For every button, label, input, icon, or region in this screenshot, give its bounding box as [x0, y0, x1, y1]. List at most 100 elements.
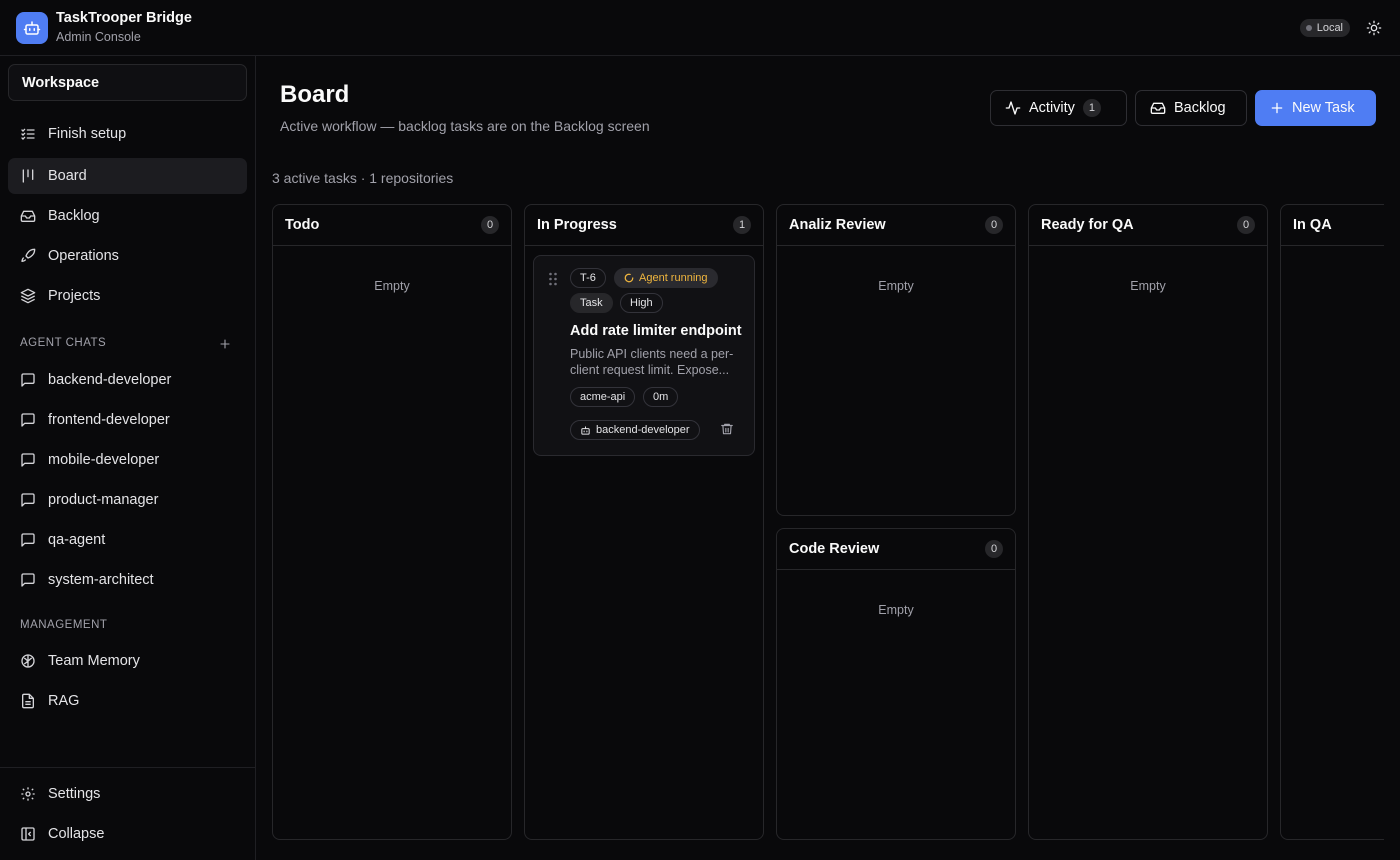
column-code-review: Code Review 0 Empty: [776, 528, 1016, 840]
sidebar-item-label: Operations: [48, 248, 119, 264]
sidebar-item-backlog[interactable]: Backlog: [8, 198, 247, 234]
column-count: 0: [985, 216, 1003, 234]
agent-chat-label: product-manager: [48, 492, 159, 508]
inbox-icon: [1150, 102, 1166, 114]
chat-icon: [20, 412, 36, 428]
add-chat-button[interactable]: [217, 336, 233, 352]
drag-handle-icon[interactable]: [548, 272, 558, 289]
plus-icon: [1271, 102, 1283, 114]
column-header: Code Review 0: [777, 529, 1015, 570]
workspace-selector[interactable]: Workspace: [8, 64, 247, 101]
column-in-progress: In Progress 1 T-6 Agent running Task Hig…: [524, 204, 764, 840]
column-todo: Todo 0 Empty: [272, 204, 512, 840]
column-title: Todo: [285, 217, 320, 233]
agent-chat-label: system-architect: [48, 572, 154, 588]
sidebar-item-label: Team Memory: [48, 653, 140, 669]
agent-chat-item[interactable]: frontend-developer: [8, 402, 247, 438]
sidebar-item-label: Board: [48, 168, 87, 184]
column-count: 0: [481, 216, 499, 234]
app-subtitle: Admin Console: [56, 29, 141, 44]
column-header: Analiz Review 0: [777, 205, 1015, 246]
column-count: 0: [985, 540, 1003, 558]
collapse-button[interactable]: Collapse: [8, 816, 247, 852]
task-type-badge: Task: [570, 293, 613, 313]
environment-badge: Local: [1299, 18, 1350, 37]
agent-chat-item[interactable]: backend-developer: [8, 362, 247, 398]
document-icon: [20, 693, 36, 709]
sidebar-item-rag[interactable]: RAG: [8, 683, 247, 719]
column-ready-for-qa: Ready for QA 0 Empty: [1028, 204, 1268, 840]
column-analiz-review: Analiz Review 0 Empty: [776, 204, 1016, 516]
activity-icon: [1005, 101, 1021, 115]
activity-button[interactable]: Activity 1: [990, 90, 1127, 126]
chat-icon: [20, 572, 36, 588]
theme-toggle-button[interactable]: [1364, 18, 1384, 38]
agent-badge: backend-developer: [570, 420, 700, 440]
sidebar-item-team-memory[interactable]: Team Memory: [8, 643, 247, 679]
duration-badge: 0m: [643, 387, 679, 407]
status-badge: Agent running: [614, 268, 718, 288]
empty-state: Empty: [1130, 279, 1166, 293]
sidebar-item-finish-setup[interactable]: Finish setup: [8, 116, 247, 152]
kanban-icon: [20, 168, 36, 184]
status-dot-icon: [1305, 24, 1312, 31]
backlog-button[interactable]: Backlog: [1135, 90, 1247, 126]
spinner-icon: [624, 273, 634, 283]
trash-icon: [721, 423, 733, 435]
brain-icon: [20, 653, 36, 669]
bot-icon: [581, 425, 590, 435]
sidebar-item-board[interactable]: Board: [8, 158, 247, 194]
collapse-label: Collapse: [48, 826, 105, 842]
column-title: In Progress: [537, 217, 617, 233]
column-header: Ready for QA 0: [1029, 205, 1267, 246]
priority-badge: High: [620, 293, 663, 313]
app-title: TaskTrooper Bridge: [56, 10, 192, 27]
rocket-icon: [20, 248, 36, 264]
column-count: 0: [1237, 216, 1255, 234]
kanban-board: Todo 0 Empty In Progress 1 T-6 Agent run…: [272, 204, 1384, 840]
page-subtitle: Active workflow — backlog tasks are on t…: [280, 118, 650, 134]
environment-label: Local: [1316, 21, 1343, 34]
agent-chat-label: mobile-developer: [48, 452, 160, 468]
settings-label: Settings: [48, 786, 101, 802]
top-bar: TaskTrooper Bridge Admin Console Local: [0, 0, 1400, 56]
column-count: 1: [733, 216, 751, 234]
activity-count-badge: 1: [1082, 99, 1101, 117]
task-description: Public API clients need a per-client req…: [570, 347, 734, 377]
new-task-label: New Task: [1292, 100, 1355, 116]
agent-chat-item[interactable]: product-manager: [8, 482, 247, 518]
task-title: Add rate limiter endpoint: [570, 323, 742, 339]
sun-icon: [1366, 20, 1382, 35]
sidebar-item-projects[interactable]: Projects: [8, 278, 247, 314]
sidebar-item-operations[interactable]: Operations: [8, 238, 247, 274]
empty-state: Empty: [878, 279, 914, 293]
column-header: Todo 0: [273, 205, 511, 246]
sidebar-collapse-icon: [20, 826, 36, 842]
column-title: Code Review: [789, 541, 880, 557]
task-card[interactable]: T-6 Agent running Task High Add rate lim…: [533, 255, 755, 456]
column-title: Ready for QA: [1041, 217, 1134, 233]
sidebar-item-label: Finish setup: [48, 126, 127, 142]
main-content: Board Active workflow — backlog tasks ar…: [256, 56, 1400, 860]
task-id-badge: T-6: [570, 268, 606, 288]
column-title: Analiz Review: [789, 217, 886, 233]
agent-chats-heading: AGENT CHATS: [20, 337, 107, 349]
settings-button[interactable]: Settings: [8, 776, 247, 812]
delete-task-button[interactable]: [720, 422, 736, 438]
bot-logo-icon: [16, 11, 48, 44]
agent-chat-item[interactable]: mobile-developer: [8, 442, 247, 478]
checklist-icon: [20, 126, 36, 142]
new-task-button[interactable]: New Task: [1255, 90, 1376, 126]
sidebar-item-label: Backlog: [48, 208, 100, 224]
agent-chat-item[interactable]: qa-agent: [8, 522, 247, 558]
layers-icon: [20, 288, 36, 304]
agent-chat-item[interactable]: system-architect: [8, 562, 247, 598]
plus-icon: [220, 339, 230, 349]
agent-chat-label: frontend-developer: [48, 412, 170, 428]
app-titles: TaskTrooper Bridge Admin Console: [56, 10, 192, 44]
sidebar-footer: Settings Collapse: [0, 767, 255, 860]
inbox-icon: [20, 208, 36, 224]
gear-icon: [20, 786, 36, 802]
empty-state: Empty: [374, 279, 410, 293]
agent-chat-label: qa-agent: [48, 532, 106, 548]
